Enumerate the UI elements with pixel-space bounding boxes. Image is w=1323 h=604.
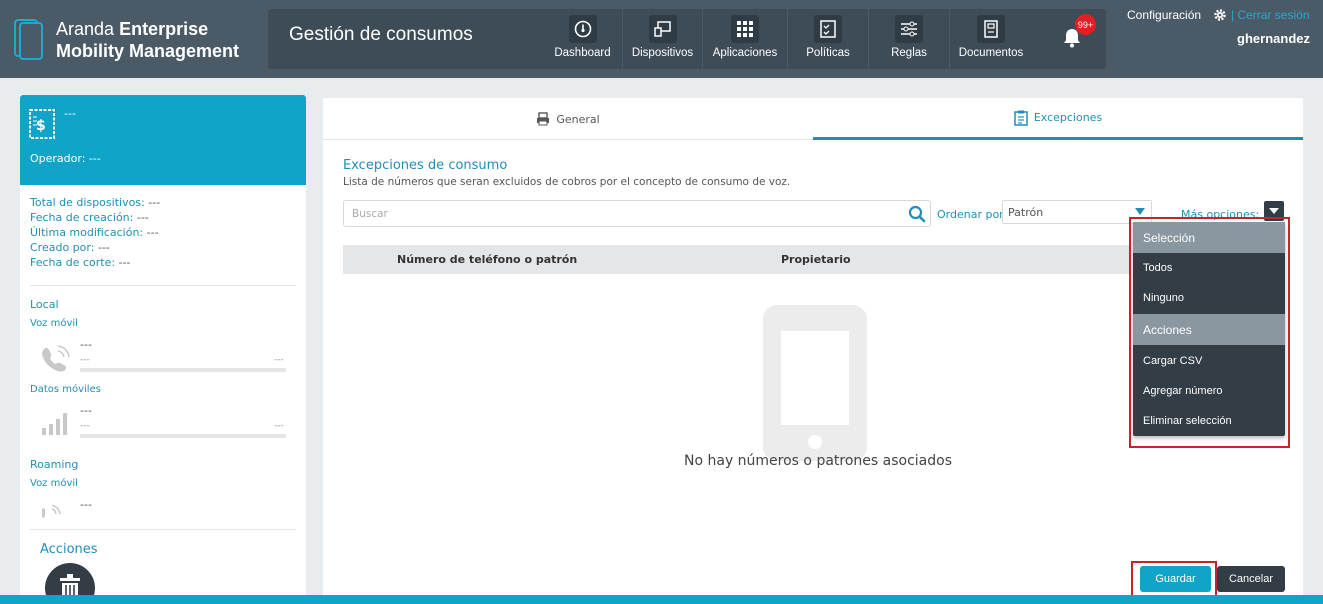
roaming-call-icon [42,505,61,518]
dashboard-icon [568,15,597,43]
tab-excepciones-label: Excepciones [1033,111,1103,124]
local-label: Local [30,298,59,311]
info-created-by: Creado por: --- [30,241,110,254]
panel-header: $ --- Operador: --- [20,95,306,185]
section-title: Excepciones de consumo [343,158,508,173]
info-last-modified: Última modificación: --- [30,226,159,239]
bottom-strip [0,595,1323,604]
nav-reglas-label: Reglas [891,47,927,59]
logout-label: Cerrar sesión [1237,8,1310,22]
logout-link[interactable]: | Cerrar sesión [1231,8,1310,22]
cancel-button[interactable]: Cancelar [1217,566,1285,592]
nav-dispositivos[interactable]: Dispositivos [623,9,703,69]
datos-value: --- [80,404,92,417]
main-nav: Dashboard Dispositivos Aplicaciones Polí… [543,9,1032,69]
tab-excepciones[interactable]: Excepciones [813,98,1303,140]
devices-icon [648,15,677,43]
voz-max: --- [274,355,284,365]
datos-min: --- [80,421,90,431]
nav-dashboard[interactable]: Dashboard [543,9,623,69]
nav-dashboard-label: Dashboard [554,47,611,59]
app-logo-icon [14,19,43,60]
chevron-down-icon [1135,208,1145,215]
clipboard-icon [1014,110,1028,126]
voz-movil-label: Voz móvil [30,318,78,329]
gear-icon[interactable] [1213,8,1227,22]
phone-call-icon [42,345,70,372]
nav-documentos[interactable]: Documentos [950,9,1032,69]
operator-info: Operador: --- [30,152,101,165]
nav-politicas[interactable]: Políticas [788,9,869,69]
roaming-value: --- [80,498,92,511]
svg-text:$: $ [36,118,46,134]
consumption-summary-panel: $ --- Operador: --- Total de dispositivo… [20,95,306,604]
roaming-label: Roaming [30,458,79,471]
datos-moviles-label: Datos móviles [30,384,101,395]
phone-illustration-icon [763,305,867,461]
config-link[interactable]: Configuración [1127,8,1201,22]
notifications-badge: 99+ [1075,14,1096,35]
username: ghernandez [1237,31,1310,46]
search-input[interactable] [344,201,894,226]
order-by-value: Patrón [1008,206,1044,219]
empty-state-message: No hay números o patrones asociados [684,453,952,469]
policies-icon [814,15,842,43]
nav-dispositivos-label: Dispositivos [631,47,694,59]
plan-name: --- [64,107,76,120]
column-owner[interactable]: Propietario [781,253,851,266]
documents-icon [977,15,1005,43]
rules-icon [895,15,923,43]
datos-progress-bar [80,434,286,438]
nav-documentos-label: Documentos [958,47,1024,59]
voz-value: --- [80,338,92,351]
roaming-voz-label: Voz móvil [30,478,78,489]
nav-reglas[interactable]: Reglas [869,9,950,69]
printer-icon [537,112,550,126]
divider [30,529,296,530]
voz-progress-bar [80,368,286,372]
order-by-label: Ordenar por [937,208,1004,221]
voz-min: --- [80,355,90,365]
separator: | [1231,8,1235,22]
tab-general[interactable]: General [323,98,813,140]
highlight-box [1129,217,1290,448]
nav-aplicaciones-label: Aplicaciones [712,47,778,59]
table-header: Número de teléfono o patrón Propietario [343,245,1131,274]
info-total-devices: Total de dispositivos: --- [30,196,161,209]
section-description: Lista de números que seran excluidos de … [343,176,791,188]
signal-bars-icon [42,413,67,435]
divider [30,285,296,286]
apps-grid-icon [731,15,759,43]
nav-aplicaciones[interactable]: Aplicaciones [703,9,788,69]
info-cutoff-date: Fecha de corte: --- [30,256,131,269]
nav-politicas-label: Políticas [806,47,850,59]
tab-general-label: General [556,112,600,126]
invoice-icon: $ [29,109,55,139]
datos-max: --- [274,421,284,431]
highlight-box [1131,561,1217,599]
module-title: Gestión de consumos [289,24,473,45]
app-name: Aranda Enterprise Mobility Management [56,19,240,61]
column-phone-pattern[interactable]: Número de teléfono o patrón [397,253,577,266]
tab-bar: General Excepciones [323,98,1303,140]
search-icon[interactable] [908,205,926,223]
search-box [343,200,931,227]
info-creation-date: Fecha de creación: --- [30,211,149,224]
actions-label: Acciones [40,542,98,557]
